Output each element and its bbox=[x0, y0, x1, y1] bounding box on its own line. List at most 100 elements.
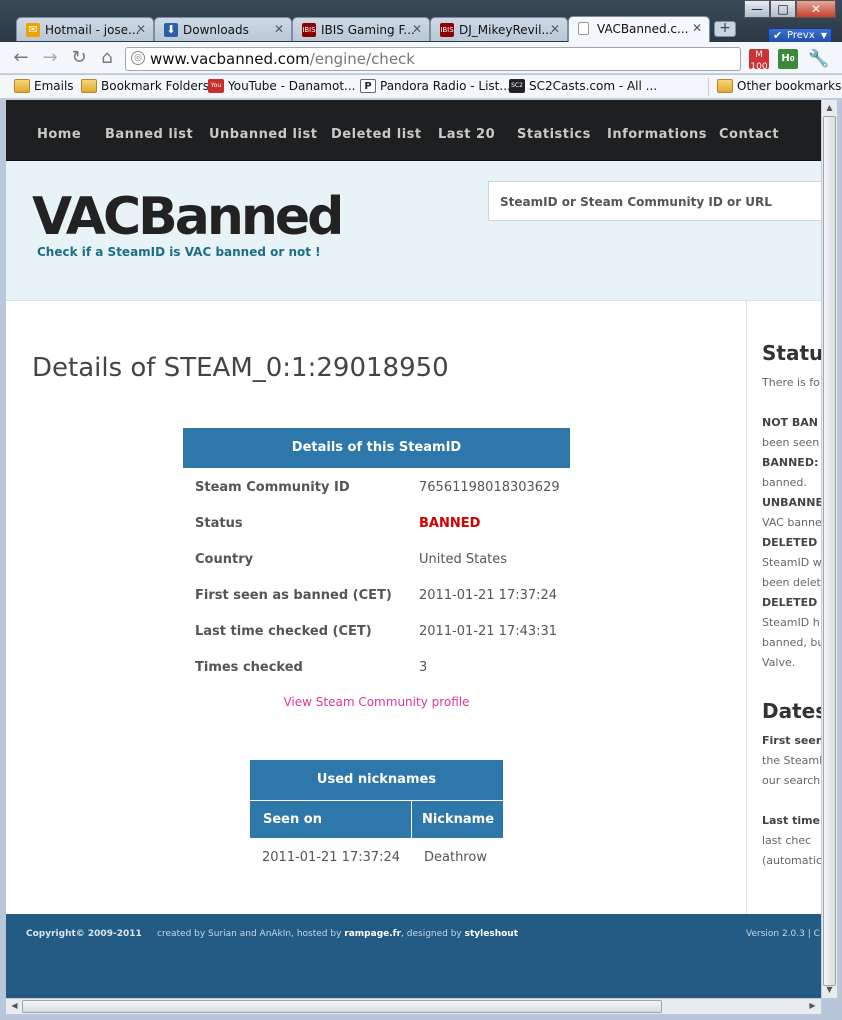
extension-icon[interactable]: H0 bbox=[778, 49, 798, 69]
close-tab-icon[interactable]: ✕ bbox=[692, 21, 702, 35]
sidebar-text: Last time bbox=[762, 814, 821, 827]
close-tab-icon[interactable]: ✕ bbox=[412, 22, 422, 36]
other-bookmarks[interactable]: Other bookmarks bbox=[717, 79, 841, 93]
column-nickname: Nickname bbox=[421, 812, 495, 827]
sidebar-text: DELETED bbox=[762, 596, 818, 609]
reload-button[interactable]: ↻ bbox=[68, 47, 90, 69]
wrench-icon[interactable]: 🔧 bbox=[808, 49, 829, 69]
nav-unbanned-list[interactable]: Unbanned list bbox=[209, 127, 317, 142]
back-arrow-icon: ← bbox=[13, 47, 29, 68]
row-key: Steam Community ID bbox=[195, 480, 350, 495]
nav-last-20[interactable]: Last 20 bbox=[438, 127, 495, 142]
table-row: Status BANNED bbox=[183, 504, 570, 540]
mail-icon: ✉ bbox=[26, 23, 40, 37]
scroll-up-icon[interactable]: ▲ bbox=[822, 101, 837, 115]
download-icon: ⬇ bbox=[164, 23, 178, 37]
close-tab-icon[interactable]: ✕ bbox=[274, 22, 284, 36]
close-tab-icon[interactable]: ✕ bbox=[550, 22, 560, 36]
row-value: 3 bbox=[419, 660, 428, 675]
seen-on-cell: 2011-01-21 17:37:24 bbox=[262, 850, 401, 865]
scroll-right-icon[interactable]: ▶ bbox=[805, 999, 820, 1013]
url-host: www.vacbanned.com bbox=[150, 50, 310, 68]
sidebar-text: BANNED: bbox=[762, 456, 819, 469]
site-footer: Copyright© 2009-2011 created by Surian a… bbox=[6, 914, 821, 998]
sidebar-text: (automatic bbox=[762, 854, 821, 867]
horizontal-scroll-thumb[interactable] bbox=[22, 1000, 662, 1013]
sidebar-text: the SteamII bbox=[762, 754, 821, 767]
vertical-scrollbar[interactable]: ▲ ▼ bbox=[821, 100, 837, 998]
scroll-down-icon[interactable]: ▼ bbox=[822, 983, 837, 997]
bookmark-folders[interactable]: Bookmark Folders bbox=[81, 79, 209, 93]
sidebar-text: SteamID wa bbox=[762, 556, 821, 569]
steam-profile-link[interactable]: View Steam Community profile bbox=[183, 695, 570, 709]
extension-count: 0 bbox=[789, 55, 795, 63]
sidebar-text: VAC banne bbox=[762, 516, 821, 529]
forward-button[interactable]: → bbox=[39, 47, 61, 69]
table-row: Times checked 3 bbox=[183, 648, 570, 684]
nickname-cell: Deathrow bbox=[424, 850, 487, 865]
nav-contact[interactable]: Contact bbox=[719, 127, 779, 142]
nav-home[interactable]: Home bbox=[37, 127, 81, 142]
vertical-scroll-thumb[interactable] bbox=[823, 116, 836, 986]
bookmarks-divider bbox=[708, 78, 709, 96]
ibis-icon: IBIS bbox=[302, 23, 316, 37]
table-row: 2011-01-21 17:37:24 Deathrow bbox=[250, 838, 503, 876]
sc2casts-icon: SC2 bbox=[509, 79, 525, 93]
close-window-button[interactable]: ✕ bbox=[796, 0, 836, 18]
page-viewport: Home Banned list Unbanned list Deleted l… bbox=[6, 100, 821, 998]
footer-host-link[interactable]: rampage.fr bbox=[344, 929, 401, 939]
bookmark-emails[interactable]: Emails bbox=[14, 79, 74, 93]
bookmark-label: SC2Casts.com - All ... bbox=[529, 79, 658, 93]
prevx-label: Prevx bbox=[787, 30, 815, 41]
nav-deleted-list[interactable]: Deleted list bbox=[331, 127, 422, 142]
sidebar-text: First seen bbox=[762, 734, 821, 747]
site-logo[interactable]: VACBanned bbox=[32, 187, 344, 247]
gmail-checker-icon[interactable]: M 100 bbox=[749, 49, 769, 72]
forward-arrow-icon: → bbox=[42, 47, 58, 68]
maximize-button[interactable]: □ bbox=[770, 0, 796, 18]
browser-window: ✉ Hotmail - jose... ✕ ⬇ Downloads ✕ IBIS… bbox=[0, 0, 842, 1020]
row-key: First seen as banned (CET) bbox=[195, 588, 392, 603]
tab-downloads[interactable]: ⬇ Downloads ✕ bbox=[154, 17, 292, 41]
chevron-down-icon: ▼ bbox=[820, 31, 827, 40]
sidebar-dates-title: Dates bbox=[762, 699, 821, 723]
scroll-left-icon[interactable]: ◀ bbox=[7, 999, 22, 1013]
bookmark-pandora[interactable]: P Pandora Radio - List... bbox=[360, 79, 511, 93]
address-bar[interactable]: ◎ www.vacbanned.com/engine/check ☆ bbox=[125, 47, 741, 71]
nav-statistics[interactable]: Statistics bbox=[517, 127, 591, 142]
steamid-search-input[interactable]: SteamID or Steam Community ID or URL bbox=[488, 181, 821, 221]
row-key: Times checked bbox=[195, 660, 303, 675]
details-table-header: Details of this SteamID bbox=[183, 428, 570, 468]
row-value: United States bbox=[419, 552, 508, 567]
bookmark-sc2casts[interactable]: SC2 SC2Casts.com - All ... bbox=[509, 79, 657, 93]
reload-icon: ↻ bbox=[71, 47, 87, 68]
new-tab-button[interactable]: + bbox=[714, 21, 736, 37]
sidebar-status-title: Status bbox=[762, 341, 821, 365]
site-nav: Home Banned list Unbanned list Deleted l… bbox=[6, 100, 821, 161]
nav-banned-list[interactable]: Banned list bbox=[105, 127, 193, 142]
tab-vacbanned[interactable]: VACBanned.c... ✕ bbox=[568, 16, 710, 42]
footer-version: Version 2.0.3 | C bbox=[746, 929, 820, 939]
close-tab-icon[interactable]: ✕ bbox=[136, 22, 146, 36]
home-button[interactable]: ⌂ bbox=[96, 47, 118, 69]
tab-hotmail[interactable]: ✉ Hotmail - jose... ✕ bbox=[16, 17, 154, 41]
pandora-icon: P bbox=[360, 79, 376, 93]
nav-informations[interactable]: Informations bbox=[607, 127, 707, 142]
bookmark-label: Bookmark Folders bbox=[101, 79, 209, 93]
tab-ibis-gaming[interactable]: IBIS IBIS Gaming F... ✕ bbox=[292, 17, 430, 41]
bookmark-label: Pandora Radio - List... bbox=[380, 79, 511, 93]
footer-designer-link[interactable]: styleshout bbox=[465, 929, 518, 939]
tab-dj-mikey[interactable]: IBIS DJ_MikeyRevil... ✕ bbox=[430, 17, 568, 41]
sidebar-text: banned, bu bbox=[762, 636, 821, 649]
back-button[interactable]: ← bbox=[10, 47, 32, 69]
bookmark-youtube[interactable]: You YouTube - Danamot... bbox=[208, 79, 356, 93]
row-value: 2011-01-21 17:43:31 bbox=[419, 624, 558, 639]
minimize-button[interactable]: — bbox=[744, 0, 770, 18]
table-row: Steam Community ID 76561198018303629 bbox=[183, 468, 570, 504]
bookmark-label: YouTube - Danamot... bbox=[228, 79, 356, 93]
url-path: /engine/check bbox=[309, 50, 415, 68]
footer-credits: created by Surian and AnAkIn, hosted by … bbox=[157, 929, 518, 939]
table-row: Country United States bbox=[183, 540, 570, 576]
horizontal-scrollbar[interactable]: ◀ ▶ bbox=[6, 998, 821, 1014]
bookmarks-bar: Emails Bookmark Folders You YouTube - Da… bbox=[0, 75, 842, 99]
